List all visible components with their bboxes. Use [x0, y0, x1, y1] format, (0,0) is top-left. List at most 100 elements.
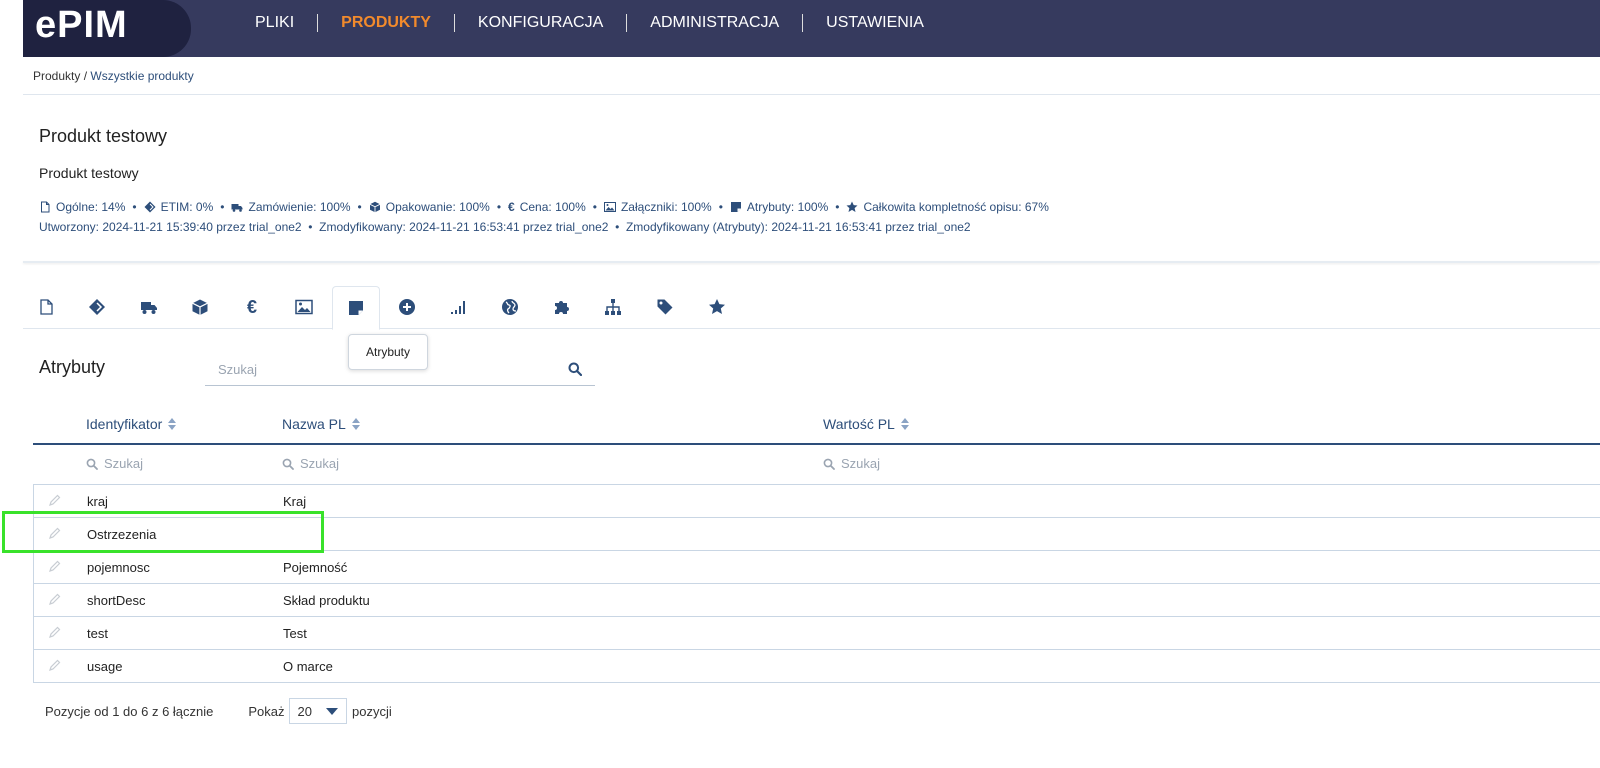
table-row[interactable]: usage O marce — [33, 650, 1600, 683]
tab-etim[interactable] — [74, 286, 120, 328]
separator-dot: • — [835, 200, 840, 214]
tab-order[interactable] — [126, 286, 172, 328]
table-footer: Pozycje od 1 do 6 z 6 łącznie Pokaż 20 p… — [45, 698, 392, 724]
filter-input-nazwa[interactable] — [300, 456, 460, 471]
stat-attributes: Atrybuty: 100% — [730, 200, 828, 214]
column-label: Nazwa PL — [282, 416, 346, 432]
tab-structure[interactable] — [590, 286, 636, 328]
tab-translations[interactable] — [487, 286, 533, 328]
separator-dot: • — [357, 200, 362, 214]
tab-additional[interactable] — [384, 286, 430, 328]
top-navigation-bar: ePIM PLIKI PRODUKTY KONFIGURACJA ADMINIS… — [23, 0, 1600, 57]
globe-icon — [502, 299, 518, 315]
separator-dot: • — [718, 200, 723, 214]
logo-label: PIM — [57, 4, 128, 46]
breadcrumb-root[interactable]: Produkty — [33, 69, 80, 83]
stat-label: Całkowita kompletność opisu: 67% — [863, 200, 1049, 214]
pencil-icon[interactable] — [48, 560, 61, 573]
sort-icon — [351, 418, 360, 430]
filter-identyfikator — [86, 456, 264, 471]
sitemap-icon — [605, 299, 621, 315]
product-subtitle: Produkt testowy — [39, 165, 139, 181]
stat-label: Zamówienie: 100% — [248, 200, 351, 214]
etim-icon — [144, 201, 156, 213]
tab-attributes[interactable] — [332, 286, 380, 330]
table-row[interactable]: Ostrzezenia — [33, 518, 1600, 551]
tab-attachments[interactable] — [281, 286, 327, 328]
table-row[interactable]: kraj Kraj — [33, 485, 1600, 518]
column-header-nazwa[interactable]: Nazwa PL — [282, 416, 360, 432]
plus-circle-icon — [399, 299, 415, 315]
pencil-icon[interactable] — [48, 626, 61, 639]
stat-attachments: Załączniki: 100% — [603, 200, 712, 214]
logo-text: ePIM — [35, 4, 128, 47]
box-icon — [192, 299, 208, 315]
tag-icon — [657, 299, 673, 315]
tab-modules[interactable] — [539, 286, 585, 328]
filter-row — [33, 445, 1600, 485]
truck-icon — [141, 302, 157, 314]
nav-item-konfiguracja[interactable]: KONFIGURACJA — [455, 13, 628, 32]
nav-item-pliki[interactable]: PLIKI — [255, 13, 319, 32]
column-header-identyfikator[interactable]: Identyfikator — [86, 416, 177, 432]
tab-tags[interactable] — [642, 286, 688, 328]
page-info: Pozycje od 1 do 6 z 6 łącznie — [45, 703, 214, 719]
pencil-icon[interactable] — [48, 494, 61, 507]
sort-icon — [168, 418, 177, 430]
pencil-icon[interactable] — [48, 659, 61, 672]
puzzle-icon — [555, 301, 569, 314]
logo[interactable]: ePIM — [23, 0, 191, 57]
chevron-down-icon — [326, 707, 338, 715]
nav-item-ustawienia[interactable]: USTAWIENIA — [803, 14, 947, 32]
attribute-search — [205, 354, 595, 386]
left-gutter — [0, 0, 23, 768]
tab-general[interactable] — [23, 286, 69, 328]
nav-item-administracja[interactable]: ADMINISTRACJA — [627, 13, 804, 32]
logo-e: e — [35, 4, 58, 46]
pencil-icon[interactable] — [48, 593, 61, 606]
header-divider — [23, 261, 1600, 263]
stat-label: ETIM: 0% — [160, 200, 214, 214]
search-icon — [282, 458, 294, 470]
column-header-wartosc[interactable]: Wartość PL — [823, 416, 909, 432]
table-row[interactable]: pojemnosc Pojemność — [33, 551, 1600, 584]
tab-price[interactable]: € — [229, 286, 275, 328]
nav-item-produkty[interactable]: PRODUKTY — [318, 13, 455, 32]
euro-icon: € — [246, 296, 257, 317]
cell-nazwa: Test — [283, 626, 307, 641]
image-icon — [295, 299, 313, 315]
page-size-label: Pokaż — [248, 703, 285, 719]
search-icon[interactable] — [568, 362, 582, 376]
stat-label: Atrybuty: 100% — [746, 200, 829, 214]
breadcrumb-current[interactable]: Wszystkie produkty — [90, 69, 193, 83]
page-size-suffix: pozycji — [352, 703, 392, 719]
filter-input-identyfikator[interactable] — [104, 456, 264, 471]
signal-icon — [451, 301, 465, 314]
stat-price: € Cena: 100% — [508, 200, 586, 214]
separator-dot: • — [220, 200, 225, 214]
cell-nazwa: Kraj — [283, 494, 307, 509]
tab-favorites[interactable] — [694, 286, 740, 328]
cell-identyfikator: shortDesc — [87, 593, 146, 608]
sort-icon — [900, 418, 909, 430]
page-size-select[interactable]: 20 — [288, 698, 347, 724]
note-icon — [349, 301, 363, 315]
filter-input-wartosc[interactable] — [841, 456, 1001, 471]
table-row[interactable]: shortDesc Skład produktu — [33, 584, 1600, 617]
attributes-table: Identyfikator Nazwa PL Wartość PL kraj K… — [33, 405, 1600, 683]
separator-dot: • — [496, 200, 502, 214]
tab-packaging[interactable] — [177, 286, 223, 328]
document-icon — [40, 299, 53, 315]
filter-nazwa — [282, 456, 460, 471]
euro-icon: € — [508, 200, 515, 214]
box-icon — [369, 201, 380, 213]
cell-identyfikator: Ostrzezenia — [87, 527, 157, 542]
table-header: Identyfikator Nazwa PL Wartość PL — [33, 405, 1600, 445]
search-input[interactable] — [205, 354, 560, 384]
search-icon — [86, 458, 98, 470]
tab-statistics[interactable] — [436, 286, 482, 328]
stat-general: Ogólne: 14% — [39, 200, 125, 214]
cell-nazwa: Skład produktu — [283, 593, 370, 608]
pencil-icon[interactable] — [48, 527, 61, 540]
table-row[interactable]: test Test — [33, 617, 1600, 650]
